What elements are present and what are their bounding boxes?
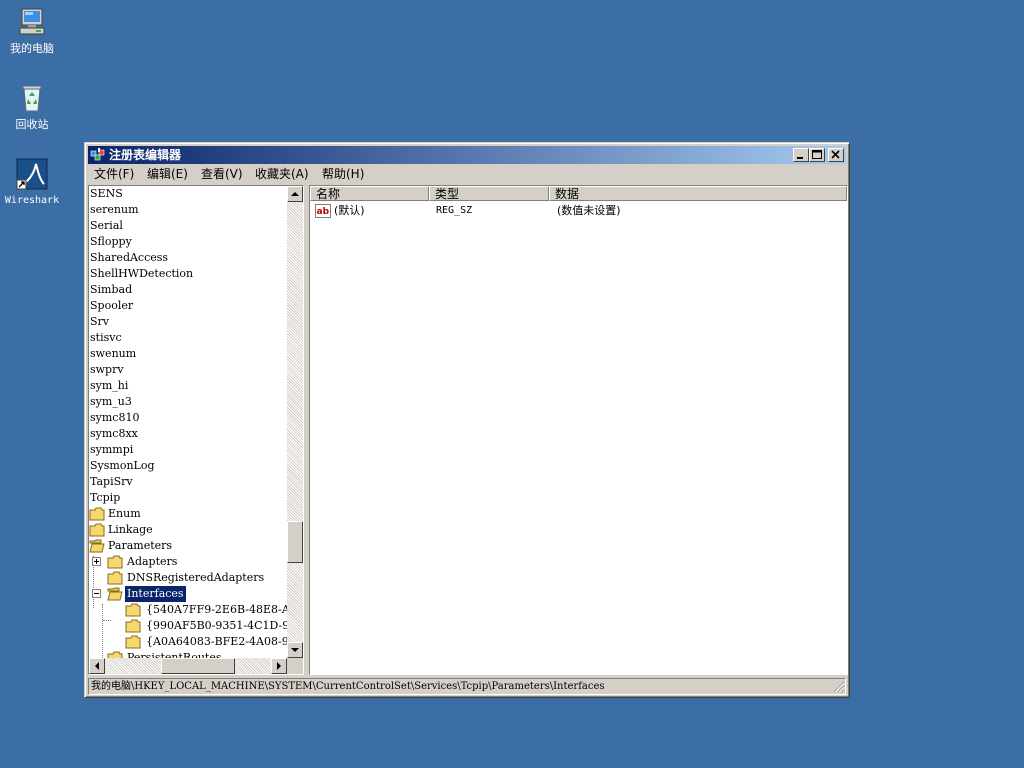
maximize-icon: [812, 150, 822, 159]
key-tree-pane[interactable]: SENS serenum Serial Sfloppy SharedAccess…: [88, 185, 304, 675]
my-computer-icon: [16, 6, 48, 38]
regedit-icon: [90, 147, 106, 163]
tree-horizontal-scrollbar[interactable]: [89, 658, 287, 674]
open-folder-icon: [89, 539, 105, 553]
folder-icon: [89, 523, 105, 537]
folder-icon: [107, 555, 123, 569]
scroll-thumb[interactable]: [287, 521, 303, 563]
scroll-down-button[interactable]: [287, 642, 303, 658]
maximize-button[interactable]: [809, 148, 825, 162]
minimize-button[interactable]: [793, 148, 809, 162]
menu-file[interactable]: 文件(F): [94, 165, 134, 184]
arrow-left-icon: [95, 662, 99, 670]
desktop-icon-label: 我的电脑: [10, 42, 54, 55]
scroll-left-button[interactable]: [89, 658, 105, 674]
status-path: 我的电脑\HKEY_LOCAL_MACHINE\SYSTEM\CurrentCo…: [91, 681, 605, 692]
key-tree: SENS serenum Serial Sfloppy SharedAccess…: [89, 186, 287, 658]
open-folder-icon: [107, 587, 123, 601]
menu-favorites[interactable]: 收藏夹(A): [255, 165, 309, 184]
tree-item-interface-guid[interactable]: {540A7FF9-2E6B-48E8-A7E: [89, 602, 287, 618]
value-data: (数值未设置): [557, 204, 621, 217]
menu-bar: 文件(F) 编辑(E) 查看(V) 收藏夹(A) 帮助(H): [88, 165, 846, 184]
folder-icon: [125, 635, 141, 649]
collapse-minus-icon[interactable]: [92, 589, 101, 598]
tree-item-persistentroutes[interactable]: PersistentRoutes: [89, 650, 287, 658]
scrollbar-corner: [287, 658, 303, 674]
column-header-name[interactable]: 名称: [310, 186, 429, 201]
tree-item-interfaces[interactable]: Interfaces: [89, 585, 287, 603]
tree-item-dnsregisteredadapters[interactable]: DNSRegisteredAdapters: [89, 570, 287, 586]
tree-item-parameters[interactable]: Parameters: [89, 538, 287, 554]
tree-item-interface-guid[interactable]: {990AF5B0-9351-4C1D-96D: [89, 618, 287, 634]
menu-help[interactable]: 帮助(H): [322, 165, 364, 184]
value-type: REG_SZ: [436, 205, 473, 216]
desktop-icon-recycle-bin[interactable]: 回收站: [0, 82, 64, 131]
window-title: 注册表编辑器: [109, 148, 182, 162]
desktop-icon-label: 回收站: [15, 118, 49, 131]
resize-grip-icon[interactable]: [833, 681, 845, 693]
arrow-right-icon: [277, 662, 281, 670]
tree-vertical-scrollbar[interactable]: [287, 186, 303, 658]
folder-icon: [107, 651, 123, 658]
arrow-up-icon: [291, 192, 299, 196]
value-row[interactable]: ab (默认) REG_SZ (数值未设置): [310, 202, 847, 220]
desktop-icon-wireshark[interactable]: Wireshark: [0, 158, 64, 207]
column-header-data[interactable]: 数据: [549, 186, 847, 201]
folder-icon: [125, 603, 141, 617]
string-value-icon: ab: [315, 204, 331, 218]
arrow-down-icon: [291, 648, 299, 652]
svg-text:ab: ab: [317, 207, 330, 217]
minimize-icon: [797, 157, 803, 159]
tree-item-interface-guid[interactable]: {A0A64083-BFE2-4A08-990: [89, 634, 287, 650]
scroll-right-button[interactable]: [271, 658, 287, 674]
folder-icon: [89, 507, 105, 521]
list-header: 名称 类型 数据: [310, 186, 847, 201]
expand-plus-icon[interactable]: [92, 557, 101, 566]
scroll-thumb[interactable]: [161, 658, 235, 674]
recycle-bin-icon: [16, 82, 48, 114]
desktop-icon-label: Wireshark: [4, 195, 60, 206]
value-list-pane[interactable]: 名称 类型 数据 ab (默认) REG_SZ (数值未设置): [309, 185, 848, 675]
scroll-up-button[interactable]: [287, 186, 303, 202]
tree-item-adapters[interactable]: Adapters: [89, 554, 287, 570]
tree-item-enum[interactable]: Enum: [89, 506, 287, 522]
close-icon: [831, 150, 840, 159]
registry-editor-window: 注册表编辑器 文件(F) 编辑(E) 查看(V) 收藏夹(A) 帮助(H) SE…: [84, 142, 850, 698]
folder-icon: [125, 619, 141, 633]
wireshark-icon: [16, 158, 48, 190]
tree-item-linkage[interactable]: Linkage: [89, 522, 287, 538]
desktop-icon-my-computer[interactable]: 我的电脑: [0, 6, 64, 55]
column-header-type[interactable]: 类型: [429, 186, 549, 201]
close-button[interactable]: [828, 148, 844, 162]
folder-icon: [107, 571, 123, 585]
menu-view[interactable]: 查看(V): [201, 165, 243, 184]
title-bar[interactable]: 注册表编辑器: [88, 146, 846, 164]
value-name: (默认): [334, 204, 365, 217]
status-bar: 我的电脑\HKEY_LOCAL_MACHINE\SYSTEM\CurrentCo…: [88, 678, 846, 695]
menu-edit[interactable]: 编辑(E): [147, 165, 188, 184]
